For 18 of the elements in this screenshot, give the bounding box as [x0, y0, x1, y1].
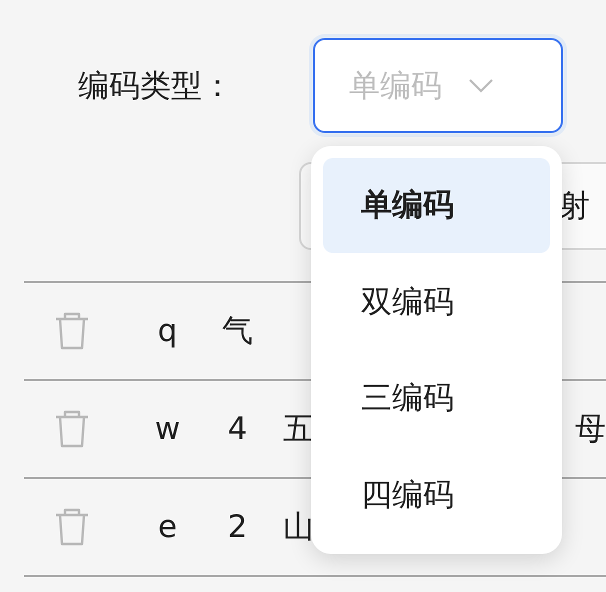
table-cell: 山	[283, 509, 314, 545]
dropdown-option[interactable]: 双编码	[323, 254, 550, 349]
table-cell: q	[158, 313, 178, 349]
table-cell: 4	[228, 411, 248, 447]
table-cell: 母	[575, 411, 606, 447]
dropdown-option[interactable]: 四编码	[323, 448, 550, 542]
filter-label: 编码类型：	[78, 66, 234, 106]
dropdown-option[interactable]: 单编码	[323, 158, 550, 252]
trash-icon[interactable]	[54, 508, 90, 546]
dropdown-option[interactable]: 三编码	[323, 351, 550, 446]
trash-icon[interactable]	[54, 312, 90, 350]
table-cell: 气	[222, 313, 253, 349]
table-cell: e	[158, 509, 178, 545]
trash-icon[interactable]	[54, 410, 90, 448]
table-cell: 2	[228, 509, 248, 545]
table-cell: 五	[283, 411, 314, 447]
table-cell: w	[154, 411, 180, 447]
chevron-down-icon	[468, 78, 494, 94]
